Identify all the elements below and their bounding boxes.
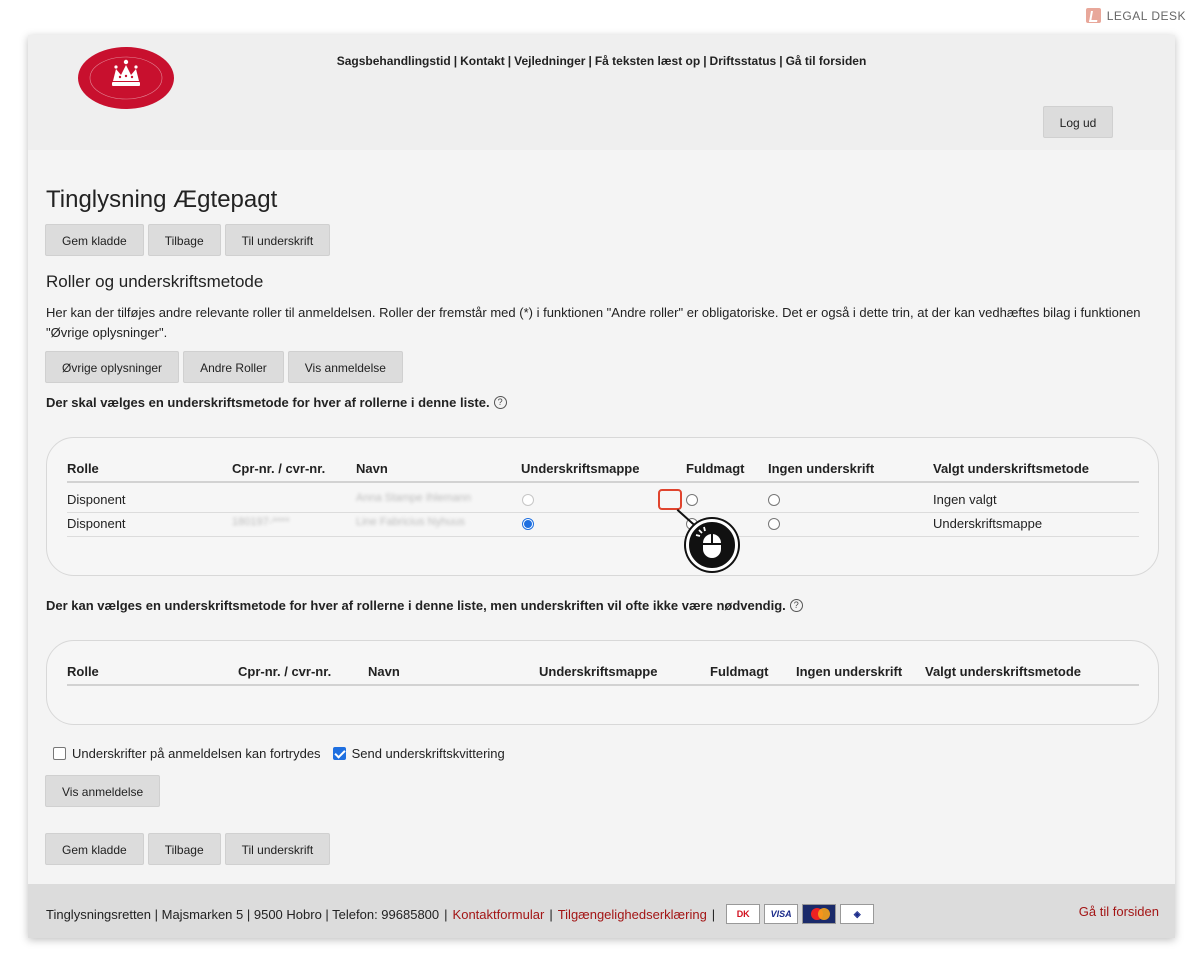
payment-card-icon: ◈ <box>840 904 875 924</box>
col-cpr: Cpr-nr. / cvr-nr. <box>232 461 326 476</box>
required-roles-panel: Rolle Cpr-nr. / cvr-nr. Navn Underskrift… <box>46 437 1159 576</box>
row-rolle: Disponent <box>67 516 126 531</box>
legal-desk-logo-icon <box>1085 8 1101 23</box>
kontaktformular-link[interactable]: Kontaktformular <box>453 907 545 922</box>
nav-vejledninger[interactable]: Vejledninger <box>514 54 585 68</box>
col-underskriftsmappe: Underskriftsmappe <box>539 664 658 679</box>
kvittering-label[interactable]: Send underskriftskvittering <box>352 746 505 761</box>
tilbage-button[interactable]: Tilbage <box>147 224 221 256</box>
section-title: Roller og underskriftsmetode <box>46 272 264 291</box>
help-icon[interactable]: ? <box>789 599 803 612</box>
gem-kladde-button[interactable]: Gem kladde <box>45 224 144 256</box>
col-fuldmagt: Fuldmagt <box>686 461 745 476</box>
ingen-underskrift-radio[interactable] <box>768 518 780 530</box>
til-underskrift-button[interactable]: Til underskrift <box>224 224 331 256</box>
vis-anmeldelse-button[interactable]: Vis anmeldelse <box>45 775 161 807</box>
col-underskriftsmappe: Underskriftsmappe <box>521 461 640 476</box>
row-navn: Line Fabricius Nyhuus <box>356 516 465 528</box>
page-title: Tinglysning Ægtepagt <box>46 186 278 213</box>
logout-button[interactable]: Log ud <box>1043 106 1113 138</box>
nav-forside[interactable]: Gå til forsiden <box>786 54 867 68</box>
ingen-underskrift-radio[interactable] <box>768 494 780 506</box>
nav-laes-op[interactable]: Få teksten læst op <box>595 54 700 68</box>
click-target-highlight <box>658 489 682 510</box>
footer-home-link[interactable]: Gå til forsiden <box>1079 904 1159 919</box>
andre-roller-button[interactable]: Andre Roller <box>183 351 284 383</box>
top-button-row: Gem kladde Tilbage Til underskrift <box>45 224 331 256</box>
oevrige-oplysninger-button[interactable]: Øvrige oplysninger <box>45 351 180 383</box>
table-row: Disponent 180197-**** Line Fabricius Nyh… <box>67 513 1139 537</box>
col-fuldmagt: Fuldmagt <box>710 664 769 679</box>
col-cpr: Cpr-nr. / cvr-nr. <box>238 664 332 679</box>
row-valgt-metode: Underskriftsmappe <box>933 516 1043 531</box>
vis-anmeldelse-section-button[interactable]: Vis anmeldelse <box>287 351 403 383</box>
legal-desk-brand: LEGAL DESK <box>1085 8 1186 23</box>
table-header: Rolle Cpr-nr. / cvr-nr. Navn Underskrift… <box>67 664 1139 686</box>
footer-info: Tinglysningsretten | Majsmarken 5 | 9500… <box>46 904 875 924</box>
help-icon[interactable]: ? <box>493 396 507 409</box>
section-description: Her kan der tilføjes andre relevante rol… <box>46 305 1141 340</box>
col-valgt-metode: Valgt underskriftsmetode <box>925 664 1082 679</box>
col-navn: Navn <box>356 461 388 476</box>
optional-roles-panel: Rolle Cpr-nr. / cvr-nr. Navn Underskrift… <box>46 640 1159 725</box>
payment-cards: DK VISA ◈ <box>726 904 875 924</box>
browser-page: Sagsbehandlingstid | Kontakt | Vejledninger |… <box>28 35 1175 938</box>
nav-sagsbehandlingstid[interactable]: Sagsbehandlingstid <box>337 54 451 68</box>
row-cpr: 180197-**** <box>232 516 290 528</box>
dankort-icon: DK <box>726 904 761 924</box>
row-valgt-metode: Ingen valgt <box>933 492 997 507</box>
required-heading-text: Der skal vælges en underskriftsmetode fo… <box>46 395 490 410</box>
til-underskrift-button[interactable]: Til underskrift <box>224 833 331 865</box>
col-ingen-underskrift: Ingen underskrift <box>768 461 875 476</box>
mouse-click-icon <box>686 519 738 571</box>
table-row: Disponent Anna Stampe Ihlemann Ingen val… <box>67 489 1139 513</box>
site-header: Sagsbehandlingstid | Kontakt | Vejledninger |… <box>28 35 1175 150</box>
kvittering-checkbox[interactable] <box>332 747 346 760</box>
row-navn: Anna Stampe Ihlemann <box>356 492 471 504</box>
visa-icon: VISA <box>764 904 799 924</box>
col-valgt-metode: Valgt underskriftsmetode <box>933 461 1090 476</box>
col-ingen-underskrift: Ingen underskrift <box>796 664 903 679</box>
fortrydes-label[interactable]: Underskrifter på anmeldelsen kan fortryd… <box>72 746 321 761</box>
underskriftsmappe-radio <box>522 494 534 506</box>
col-rolle: Rolle <box>67 664 99 679</box>
section-button-row: Øvrige oplysninger Andre Roller Vis anme… <box>45 351 403 383</box>
fuldmagt-radio[interactable] <box>686 494 698 506</box>
tilbage-button[interactable]: Tilbage <box>147 833 221 865</box>
optional-heading-text: Der kan vælges en underskriftsmetode for… <box>46 598 786 613</box>
optional-heading: Der kan vælges en underskriftsmetode for… <box>46 598 803 613</box>
mastercard-icon <box>802 904 837 924</box>
row-rolle: Disponent <box>67 492 126 507</box>
footer-address: Tinglysningsretten | Majsmarken 5 | 9500… <box>46 906 440 922</box>
col-rolle: Rolle <box>67 461 99 476</box>
signature-options: Underskrifter på anmeldelsen kan fortryd… <box>53 746 505 761</box>
nav-driftsstatus[interactable]: Driftsstatus <box>710 54 777 68</box>
underskriftsmappe-radio[interactable] <box>522 518 534 530</box>
required-heading: Der skal vælges en underskriftsmetode fo… <box>46 395 507 410</box>
gem-kladde-button[interactable]: Gem kladde <box>45 833 144 865</box>
bottom-button-row: Gem kladde Tilbage Til underskrift <box>45 833 331 865</box>
site-footer: Tinglysningsretten | Majsmarken 5 | 9500… <box>28 884 1175 938</box>
tilgaengelighed-link[interactable]: Tilgængelighedserklæring <box>558 907 707 922</box>
fortrydes-checkbox[interactable] <box>53 747 66 760</box>
nav-kontakt[interactable]: Kontakt <box>460 54 505 68</box>
top-navigation: Sagsbehandlingstid | Kontakt | Vejledninger |… <box>336 54 867 68</box>
brand-label: LEGAL DESK <box>1106 8 1186 23</box>
preview-button-row: Vis anmeldelse <box>45 775 161 807</box>
table-header: Rolle Cpr-nr. / cvr-nr. Navn Underskrift… <box>67 461 1139 483</box>
col-navn: Navn <box>368 664 400 679</box>
